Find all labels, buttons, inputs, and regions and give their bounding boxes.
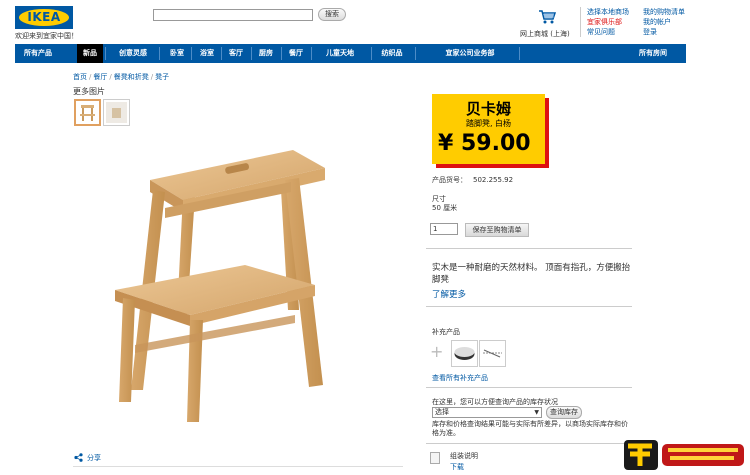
main-nav: 所有产品 新品 创意灵感 卧室 浴室 客厅 厨房 餐厅 儿童天地 纺织品 宜家公… xyxy=(15,44,686,63)
share-link[interactable]: 分享 xyxy=(87,453,101,463)
share-icon[interactable] xyxy=(74,453,83,462)
breadcrumb-sep: / xyxy=(150,73,154,81)
nav-business[interactable]: 宜家公司业务部 xyxy=(427,44,513,63)
store-select-value: 选择 xyxy=(435,408,449,416)
quantity-input[interactable]: 1 xyxy=(430,223,458,235)
share-divider xyxy=(73,466,403,467)
product-number-label: 产品货号： xyxy=(432,176,467,184)
nav-divider xyxy=(159,47,160,60)
product-price: ¥ 59.00 xyxy=(438,131,531,156)
accessories-title: 补充产品 xyxy=(432,328,460,336)
product-subtitle: 踏脚凳, 白杨 xyxy=(465,119,512,128)
size-value: 50 厘米 xyxy=(432,204,458,212)
nav-all-rooms[interactable]: 所有房间 xyxy=(633,44,673,63)
store-select[interactable]: 选择 ▼ xyxy=(432,407,542,418)
breadcrumb-sep: / xyxy=(109,73,112,81)
stool-photo-thumb-icon xyxy=(106,102,127,123)
stock-disclaimer: 库存和价格查询结果可能与实际有所差异，以商场实际库存和价格为准。 xyxy=(432,420,628,437)
faq-link[interactable]: 常见问题 xyxy=(587,27,629,37)
header-divider xyxy=(580,7,581,37)
nav-kitchen[interactable]: 厨房 xyxy=(254,44,278,63)
stool-thumb-icon xyxy=(80,105,95,121)
page: IKEA 欢迎来到宜家中国！ 搜索 网上商城 (上海) 选择本地商场 宜家俱乐部… xyxy=(0,0,750,475)
accessory-thumb-2[interactable] xyxy=(479,340,506,367)
nav-dining[interactable]: 餐厅 xyxy=(284,44,308,63)
felt-pad-icon xyxy=(454,347,475,360)
learn-more-link[interactable]: 了解更多 xyxy=(432,288,466,300)
divider xyxy=(426,306,632,307)
price-box: 贝卡姆 踏脚凳, 白杨 ¥ 59.00 xyxy=(432,94,545,164)
welcome-text: 欢迎来到宜家中国！ xyxy=(15,32,78,40)
ikea-logo[interactable]: IKEA xyxy=(15,6,73,29)
header-links-left: 选择本地商场 宜家俱乐部 常见问题 xyxy=(587,7,629,37)
breadcrumb: 首页 / 餐厅 / 餐凳和折凳 / 凳子 xyxy=(73,72,169,82)
gallery-thumb-2[interactable] xyxy=(103,99,130,126)
shopping-cart-icon[interactable] xyxy=(538,9,556,25)
document-icon xyxy=(430,452,440,464)
login-link[interactable]: 登录 xyxy=(643,27,685,37)
nav-living-room[interactable]: 客厅 xyxy=(224,44,248,63)
breadcrumb-current[interactable]: 凳子 xyxy=(155,73,169,81)
logo-text: IKEA xyxy=(27,10,61,24)
step-stool-image xyxy=(115,150,325,422)
save-to-list-button[interactable]: 保存至购物清单 xyxy=(465,223,529,237)
stock-check-title: 在这里，您可以方便查询产品的库存状况 xyxy=(432,398,558,406)
nav-textiles[interactable]: 纺织品 xyxy=(375,44,409,63)
divider xyxy=(426,443,632,444)
choose-store-link[interactable]: 选择本地商场 xyxy=(587,7,629,17)
product-number-value: 502.255.92 xyxy=(473,176,514,184)
breadcrumb-stools[interactable]: 餐凳和折凳 xyxy=(114,73,149,81)
nav-children[interactable]: 儿童天地 xyxy=(315,44,365,63)
product-number: 产品货号： 502.255.92 xyxy=(432,175,513,185)
family-club-link[interactable]: 宜家俱乐部 xyxy=(587,17,629,27)
assembly-instructions-title: 组装说明 xyxy=(450,452,478,460)
nav-divider xyxy=(311,47,312,60)
nav-divider xyxy=(281,47,282,60)
product-name: 贝卡姆 xyxy=(465,100,511,118)
watermark-logo-icon xyxy=(624,440,744,470)
gallery-thumb-1[interactable] xyxy=(74,99,101,126)
nav-divider xyxy=(519,47,520,60)
check-stock-button[interactable]: 查询库存 xyxy=(546,406,582,419)
breadcrumb-dining[interactable]: 餐厅 xyxy=(93,73,107,81)
divider xyxy=(426,248,632,249)
nav-divider xyxy=(415,47,416,60)
breadcrumb-sep: / xyxy=(89,73,92,81)
screws-icon xyxy=(483,349,502,358)
more-pictures-label: 更多图片 xyxy=(73,87,105,96)
plus-icon: + xyxy=(430,342,444,361)
search-button[interactable]: 搜索 xyxy=(318,8,346,21)
online-store-label[interactable]: 网上商城 (上海) xyxy=(520,29,570,39)
nav-divider xyxy=(251,47,252,60)
product-description: 实木是一种耐磨的天然材料。 顶面有指孔，方便搬抬脚凳 xyxy=(432,263,631,285)
chevron-down-icon: ▼ xyxy=(534,409,539,416)
nav-new[interactable]: 新品 xyxy=(77,44,103,63)
my-account-link[interactable]: 我的帐户 xyxy=(643,17,685,27)
all-accessories-link[interactable]: 查看所有补充产品 xyxy=(432,373,488,383)
nav-bedroom[interactable]: 卧室 xyxy=(165,44,189,63)
nav-all-products[interactable]: 所有产品 xyxy=(21,44,55,63)
nav-divider xyxy=(191,47,192,60)
breadcrumb-home[interactable]: 首页 xyxy=(73,73,87,81)
download-link[interactable]: 下载 xyxy=(450,462,464,472)
nav-ideas[interactable]: 创意灵感 xyxy=(115,44,151,63)
nav-divider xyxy=(105,47,106,60)
nav-bathroom[interactable]: 浴室 xyxy=(195,44,219,63)
header-links-right: 我的购物清单 我的帐户 登录 xyxy=(643,7,685,37)
search-input[interactable] xyxy=(153,9,313,21)
nav-divider xyxy=(221,47,222,60)
accessory-thumb-1[interactable] xyxy=(451,340,478,367)
divider xyxy=(426,387,632,388)
shopping-list-link[interactable]: 我的购物清单 xyxy=(643,7,685,17)
nav-divider xyxy=(371,47,372,60)
